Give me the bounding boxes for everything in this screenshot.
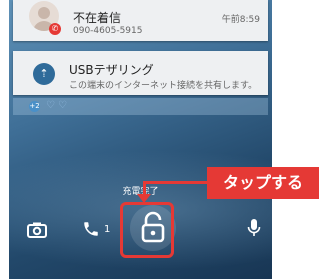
missed-call-notification[interactable]: ✆ 不在着信 090-4605-5915 午前8:59 — [13, 0, 268, 41]
tap-highlight-box — [120, 202, 174, 258]
callout-arrow-head — [137, 194, 151, 203]
tap-callout-label: タップする — [207, 167, 319, 199]
callout-arrow — [143, 181, 207, 184]
missed-call-number: 090-4605-5915 — [73, 26, 143, 36]
overflow-icon: ♡ — [58, 100, 67, 111]
notification-overflow-strip[interactable]: +2 ♡ ♡ — [13, 98, 268, 115]
usb-icon: ⇡ — [33, 63, 55, 85]
usb-detail: この端末のインターネット接続を共有します。 — [69, 81, 258, 91]
call-count: 1 — [104, 224, 111, 235]
usb-tethering-notification[interactable]: ⇡ USBテザリング この端末のインターネット接続を共有します。 — [13, 51, 268, 95]
missed-call-icon: ✆ — [49, 23, 61, 35]
usb-title: USBテザリング — [69, 63, 154, 77]
missed-call-title: 不在着信 — [73, 11, 122, 25]
missed-call-time: 午前8:59 — [221, 15, 260, 25]
camera-icon[interactable] — [27, 222, 47, 242]
overflow-icon: ♡ — [46, 100, 55, 111]
phone-icon[interactable] — [82, 220, 100, 242]
overflow-count-badge: +2 — [29, 101, 40, 112]
microphone-icon[interactable] — [247, 218, 261, 242]
